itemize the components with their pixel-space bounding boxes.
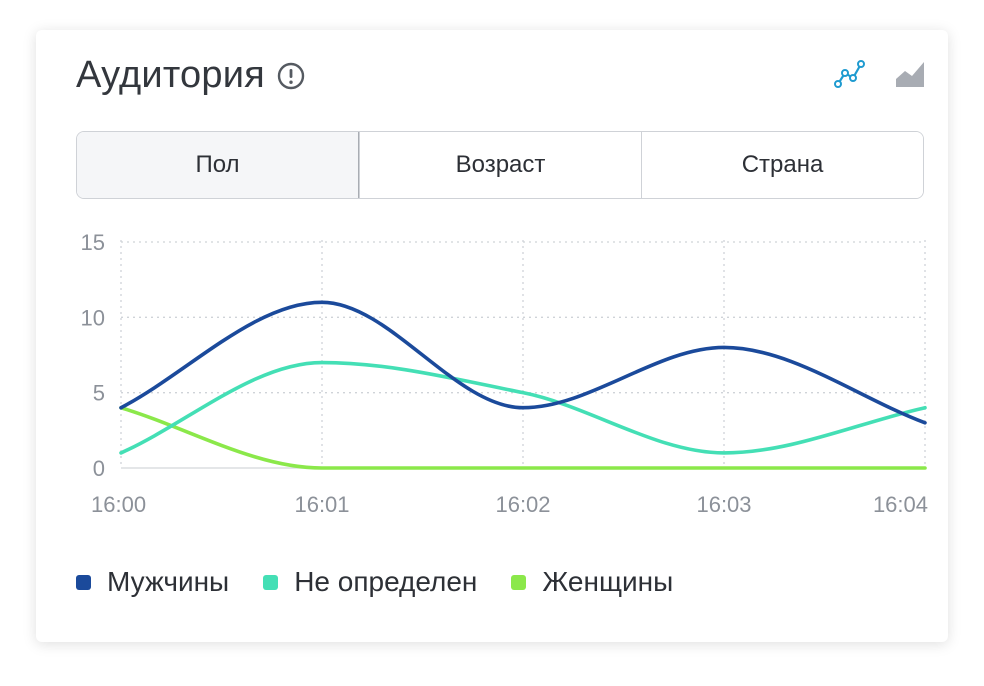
series-line-women — [119, 405, 927, 470]
y-tick-label-15: 15 — [81, 230, 105, 255]
legend-swatch-undefined — [263, 574, 279, 590]
legend-swatch-men — [76, 574, 91, 590]
y-tick-label-10: 10 — [81, 305, 105, 330]
legend-label-men: Мужчины — [107, 566, 230, 597]
legend-label-undefined: Не определен — [294, 566, 478, 597]
x-tick-label-2: 16:02 — [495, 492, 550, 517]
audience-line-chart: 0 5 10 15 16:00 16:01 16:02 16:03 16:04 — [81, 230, 928, 517]
legend-item-men[interactable]: Мужчины — [76, 566, 229, 598]
audience-card: Аудитория Пол Возраст Страна 0 5 10 15 1… — [36, 30, 948, 642]
x-tick-label-4: 16:04 — [873, 492, 928, 517]
legend-item-women[interactable]: Женщины — [511, 566, 673, 598]
legend-label-women: Женщины — [542, 566, 674, 597]
legend-swatch-women — [511, 574, 527, 590]
y-tick-label-5: 5 — [93, 381, 105, 406]
legend-item-undefined[interactable]: Не определен — [263, 566, 477, 598]
x-tick-label-1: 16:01 — [294, 492, 349, 517]
series-line-men — [119, 300, 927, 425]
y-tick-label-0: 0 — [93, 456, 105, 481]
x-tick-label-0: 16:00 — [91, 492, 146, 517]
x-tick-label-3: 16:03 — [696, 492, 751, 517]
chart-legend: Мужчины Не определен Женщины — [76, 566, 673, 598]
